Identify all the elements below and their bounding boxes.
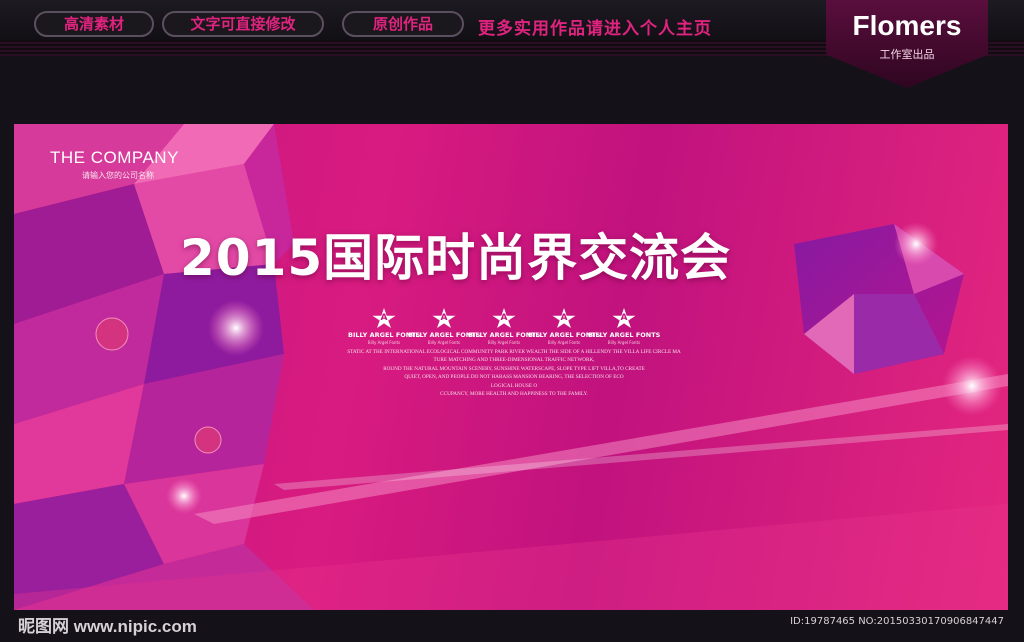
description-line: LOGICAL HOUSE O [490,382,538,389]
event-banner: THE COMPANY 请输入您的公司名称 2015国际时尚界交流会 A BIL… [14,124,1008,610]
image-id: ID:19787465 NO:20150330170906847447 [790,616,1004,627]
company-name-placeholder: 请输入您的公司名称 [82,171,154,180]
star-ratings: A BILLY ARGEL FONTS Billy Argel Fonts A … [348,308,660,348]
star-script: Billy Argel Fonts [367,340,401,345]
brand-subtitle: 工作室出品 [879,48,935,61]
brand-name: Flomers [852,10,962,41]
star-icon: A [372,308,396,329]
description-line: TURE MATCHING AND THREE-DIMENSIONAL TRAF… [433,357,595,364]
event-title: 2015国际时尚界交流会 [180,229,732,287]
star-icon: A [552,308,576,329]
description-paragraph: STATIC AT THE INTERNATIONAL ECOLOGICAL C… [194,348,834,398]
description-line: STATIC AT THE INTERNATIONAL ECOLOGICAL C… [347,349,681,355]
tag-hd-material: 高清素材 [34,11,154,37]
star-label: BILLY ARGEL FONTS [588,331,661,339]
description-line: ROUND THE NATURAL MOUNTAIN SCENERY, SUNS… [383,365,645,372]
site-watermark: 昵图网 www.nipic.com [18,617,197,636]
star-script: Billy Argel Fonts [487,340,521,345]
star-badge: A BILLY ARGEL FONTS Billy Argel Fonts [408,308,480,345]
star-script: Billy Argel Fonts [547,340,581,345]
star-badge: A BILLY ARGEL FONTS Billy Argel Fonts [348,308,420,345]
promo-link[interactable]: 更多实用作品请进入个人主页 [478,14,712,39]
star-icon: A [612,308,636,329]
star-script: Billy Argel Fonts [607,340,641,345]
star-badge: A BILLY ARGEL FONTS Billy Argel Fonts [468,308,540,345]
star-badge: A BILLY ARGEL FONTS Billy Argel Fonts [528,308,600,345]
tag-editable-text: 文字可直接修改 [162,11,324,37]
star-badge: A BILLY ARGEL FONTS Billy Argel Fonts [588,308,660,345]
star-script: Billy Argel Fonts [427,340,461,345]
description-line: QUIET, OPEN, AND PEOPLE DO NOT HARASS MA… [404,374,624,381]
description-line: CCUPANCY, MORE HEALTH AND HAPPINESS TO T… [440,391,588,398]
company-name: THE COMPANY [50,148,179,167]
star-icon: A [432,308,456,329]
star-icon: A [492,308,516,329]
tag-original-work: 原创作品 [342,11,464,37]
